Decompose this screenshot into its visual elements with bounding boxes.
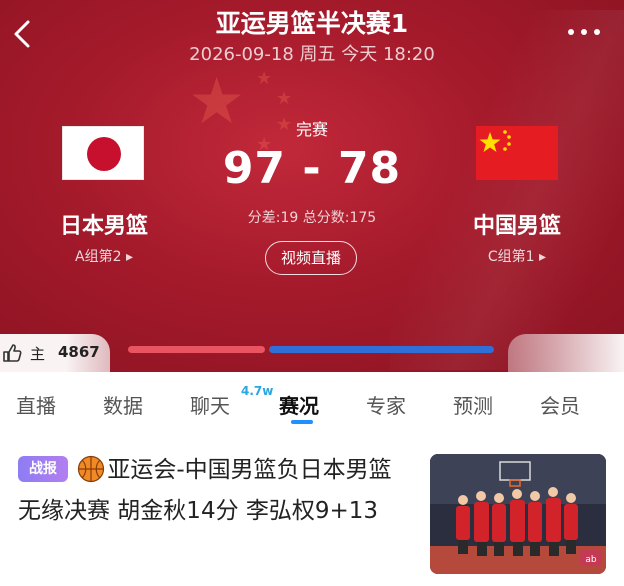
tab-game-report[interactable]: 赛况 xyxy=(279,390,319,419)
support-widget[interactable]: 主 4867 xyxy=(0,334,110,372)
active-tab-indicator xyxy=(291,420,313,424)
chat-count-badge: 4.7w xyxy=(241,384,274,398)
home-team-rank[interactable]: A组第2 ▸ xyxy=(34,246,174,266)
support-bar xyxy=(128,346,494,353)
thumbs-up-icon[interactable] xyxy=(2,343,22,363)
tab-chat[interactable]: 聊天 xyxy=(190,390,230,419)
background-star-small: ★ xyxy=(256,68,273,89)
news-item[interactable]: 战报 亚运会-中国男篮负日本男篮无缘决赛 胡金秋14分 李弘权9+13 ab xyxy=(0,434,624,586)
more-options-icon[interactable] xyxy=(566,26,602,38)
support-bar-away xyxy=(269,346,494,353)
basketball-icon xyxy=(78,455,105,483)
thumb-badge: ab xyxy=(585,555,597,565)
news-tag: 战报 xyxy=(18,456,68,482)
page-title: 亚运男篮半决赛1 xyxy=(215,9,409,38)
tab-stats[interactable]: 数据 xyxy=(103,390,143,419)
match-header: ★ ★ ★ ★ ★ 亚运男篮半决赛1 2026-09-18 周五 今天 18:2… xyxy=(0,0,624,372)
news-headline: 亚运会-中国男篮负日本男篮无缘决赛 胡金秋14分 李弘权9+13 xyxy=(18,457,392,524)
video-live-button[interactable]: 视频直播 xyxy=(265,241,357,275)
support-home-label: 主 xyxy=(30,345,46,363)
away-team-rank[interactable]: C组第1 ▸ xyxy=(447,246,587,266)
support-bar-home xyxy=(128,346,266,353)
away-team-name[interactable]: 中国男篮 xyxy=(447,208,587,240)
news-thumbnail[interactable]: ab xyxy=(430,454,606,574)
tab-bar: 直播 数据 聊天 4.7w 赛况 专家 预测 会员 xyxy=(0,372,624,434)
china-flag-icon[interactable] xyxy=(476,126,558,180)
match-datetime: 2026-09-18 周五 今天 18:20 xyxy=(189,44,435,65)
tab-experts[interactable]: 专家 xyxy=(366,390,406,419)
tab-membership[interactable]: 会员 xyxy=(540,390,580,419)
news-title-block[interactable]: 战报 亚运会-中国男篮负日本男篮无缘决赛 胡金秋14分 李弘权9+13 xyxy=(18,450,408,532)
support-widget-away[interactable] xyxy=(508,334,624,372)
support-count: 4867 xyxy=(58,343,100,361)
tab-prediction[interactable]: 预测 xyxy=(453,390,493,419)
background-star-small: ★ xyxy=(276,88,293,109)
tab-live[interactable]: 直播 xyxy=(16,390,56,419)
